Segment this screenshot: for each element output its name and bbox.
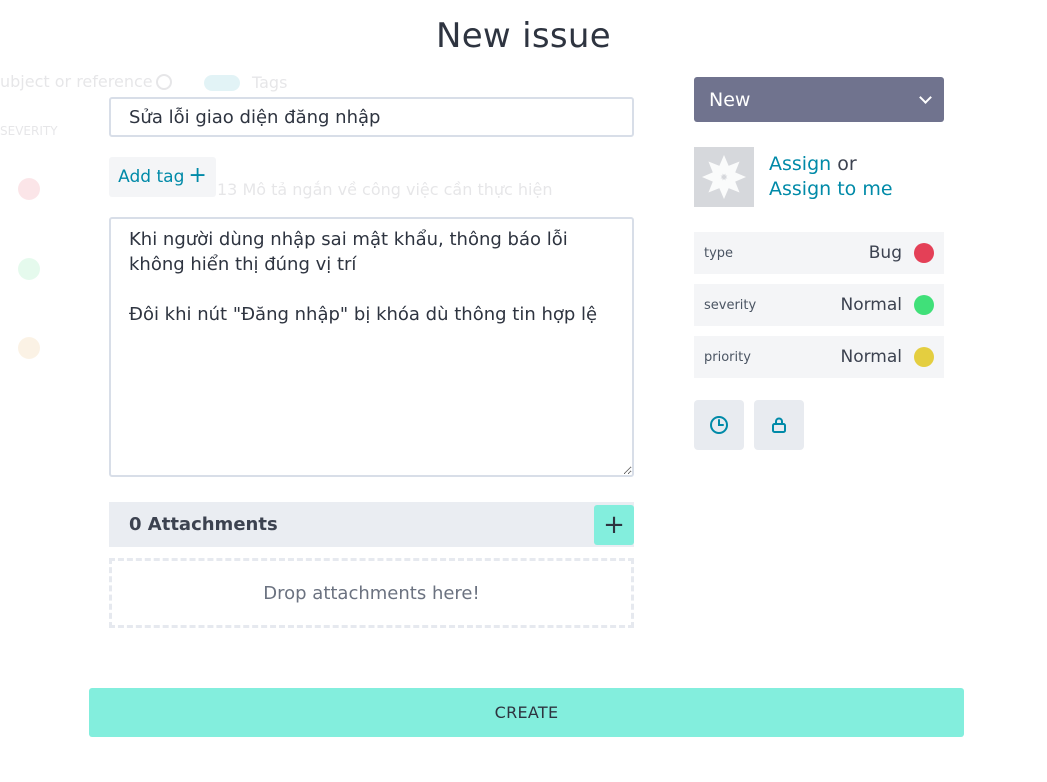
status-select[interactable]: New — [694, 77, 944, 122]
bg-status-dot — [18, 337, 40, 359]
block-issue-button[interactable] — [754, 400, 804, 450]
bg-status-dot — [18, 258, 40, 280]
assign-or-text: or — [837, 153, 857, 175]
assign-block: Assign or Assign to me — [769, 152, 893, 202]
attribute-value: Normal — [840, 347, 902, 367]
create-button-label: CREATE — [494, 703, 559, 722]
bg-issue-row-text: 13 Mô tả ngắn về công việc cần thực hiện — [217, 180, 553, 199]
avatar-placeholder-icon — [702, 155, 746, 199]
bg-severity-header: SEVERITY — [0, 124, 58, 138]
bg-search-icon — [156, 74, 172, 90]
add-tag-label: Add tag — [118, 167, 185, 187]
bg-tags-toggle — [204, 75, 240, 91]
assign-link[interactable]: Assign — [769, 153, 831, 175]
bg-tags-label: Tags — [252, 73, 288, 92]
bg-search-placeholder: ubject or reference — [0, 72, 153, 91]
priority-selector[interactable]: priority Normal — [694, 336, 944, 378]
modal-title: New issue — [435, 16, 611, 56]
plus-icon: + — [188, 163, 207, 188]
attachments-dropzone[interactable]: Drop attachments here! — [109, 558, 634, 628]
status-color-dot — [914, 295, 934, 315]
attribute-label: priority — [704, 349, 751, 365]
bg-status-dot — [18, 178, 40, 200]
status-color-dot — [914, 243, 934, 263]
attribute-value: Bug — [868, 243, 902, 263]
dropzone-text: Drop attachments here! — [263, 582, 480, 604]
status-color-dot — [914, 347, 934, 367]
severity-selector[interactable]: severity Normal — [694, 284, 944, 326]
subject-input[interactable] — [109, 97, 634, 137]
attachments-header: 0 Attachments + — [109, 502, 634, 547]
type-selector[interactable]: type Bug — [694, 232, 944, 274]
attribute-value: Normal — [840, 295, 902, 315]
chevron-down-icon — [919, 90, 932, 104]
attachments-title: 0 Attachments — [129, 514, 278, 535]
clock-icon — [710, 416, 728, 434]
avatar — [694, 147, 754, 207]
create-button[interactable]: CREATE — [89, 688, 964, 737]
add-tag-button[interactable]: Add tag + — [109, 157, 216, 197]
description-textarea[interactable] — [109, 217, 634, 477]
add-attachment-button[interactable]: + — [594, 505, 634, 545]
assign-to-me-link[interactable]: Assign to me — [769, 178, 893, 200]
attribute-label: type — [704, 245, 734, 261]
status-value: New — [709, 88, 751, 111]
lock-icon — [772, 417, 786, 433]
plus-icon: + — [603, 510, 625, 540]
due-date-button[interactable] — [694, 400, 744, 450]
attribute-label: severity — [704, 297, 757, 313]
